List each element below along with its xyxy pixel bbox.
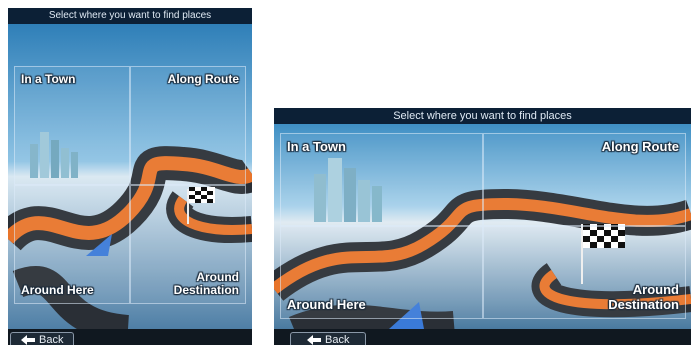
tile-label: Along Route: [167, 72, 239, 86]
screen-title: Select where you want to find places: [274, 108, 691, 124]
search-area-grid: In a Town Along Route Around Here Around…: [14, 66, 246, 304]
back-button[interactable]: Back: [10, 332, 75, 345]
tile-label: Around Here: [21, 282, 94, 297]
around-destination-button[interactable]: Around Destination: [483, 226, 686, 319]
in-a-town-button[interactable]: In a Town: [14, 66, 130, 185]
tile-label: In a Town: [287, 139, 346, 154]
bottom-bar: Back: [274, 329, 691, 345]
tile-label: In a Town: [21, 72, 76, 86]
tile-label: Along Route: [601, 139, 679, 154]
tile-label: Around Here: [287, 296, 366, 312]
back-label: Back: [39, 333, 64, 345]
along-route-button[interactable]: Along Route: [130, 66, 246, 185]
tile-label: Around Destination: [608, 282, 679, 312]
search-area-grid: In a Town Along Route Around Here Around…: [280, 133, 686, 319]
back-label: Back: [325, 333, 350, 345]
around-destination-button[interactable]: Around Destination: [130, 185, 246, 304]
portrait-screen: Select where you want to find places In …: [8, 8, 252, 345]
screen-title: Select where you want to find places: [8, 8, 252, 24]
around-here-button[interactable]: Around Here: [14, 185, 130, 304]
tile-label: Around Destination: [173, 269, 239, 297]
around-here-button[interactable]: Around Here: [280, 226, 483, 319]
landscape-screen: Select where you want to find places In …: [274, 108, 691, 345]
along-route-button[interactable]: Along Route: [483, 133, 686, 226]
back-arrow-icon: [21, 334, 35, 345]
back-button[interactable]: Back: [290, 332, 367, 345]
in-a-town-button[interactable]: In a Town: [280, 133, 483, 226]
back-arrow-icon: [307, 334, 321, 345]
bottom-bar: Back: [8, 329, 252, 345]
